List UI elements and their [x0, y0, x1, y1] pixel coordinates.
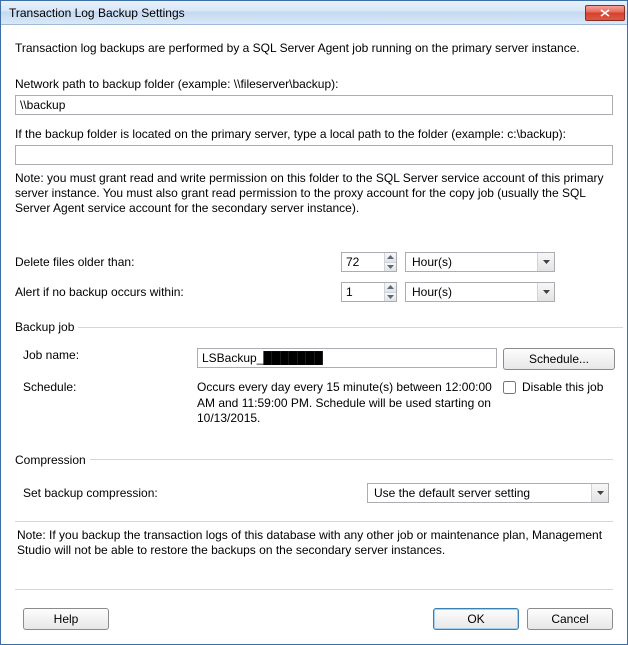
close-icon [600, 9, 610, 17]
compression-combo[interactable]: Use the default server setting [367, 483, 609, 503]
divider [15, 521, 613, 522]
chevron-down-icon[interactable] [537, 283, 554, 301]
spinner-down-icon[interactable] [385, 293, 396, 302]
backup-job-legend: Backup job [15, 320, 78, 334]
backup-job-group: Backup job Job name: Schedule... Schedul… [15, 320, 623, 435]
dialog-content: Transaction log backups are performed by… [1, 25, 627, 600]
alert-no-backup-row: Alert if no backup occurs within: Hour(s… [15, 282, 613, 302]
window-title: Transaction Log Backup Settings [9, 6, 585, 20]
alert-no-backup-unit-combo[interactable]: Hour(s) [405, 282, 555, 302]
disable-job-input[interactable] [503, 381, 516, 394]
alert-no-backup-label: Alert if no backup occurs within: [15, 285, 341, 299]
alert-no-backup-spinner[interactable] [341, 282, 397, 302]
job-name-label: Job name: [23, 348, 191, 362]
spinner-down-icon[interactable] [385, 263, 396, 272]
ok-button[interactable]: OK [433, 608, 519, 630]
disable-job-checkbox[interactable]: Disable this job [503, 380, 623, 394]
alert-no-backup-value[interactable] [342, 283, 384, 301]
cancel-button[interactable]: Cancel [527, 608, 613, 630]
intro-text: Transaction log backups are performed by… [15, 41, 613, 55]
compression-legend: Compression [15, 453, 90, 467]
alert-no-backup-unit-text: Hour(s) [406, 285, 537, 299]
delete-older-row: Delete files older than: Hour(s) [15, 252, 613, 272]
chevron-down-icon[interactable] [591, 484, 608, 502]
delete-older-spinner[interactable] [341, 252, 397, 272]
permission-note: Note: you must grant read and write perm… [15, 171, 613, 216]
compression-label: Set backup compression: [23, 486, 367, 500]
chevron-down-icon[interactable] [537, 253, 554, 271]
delete-older-unit-text: Hour(s) [406, 255, 537, 269]
delete-older-value[interactable] [342, 253, 384, 271]
dialog-window: Transaction Log Backup Settings Transact… [0, 0, 628, 645]
delete-older-unit-combo[interactable]: Hour(s) [405, 252, 555, 272]
disable-job-label: Disable this job [522, 380, 603, 394]
dialog-footer: Help OK Cancel [1, 600, 627, 644]
job-name-input[interactable] [197, 348, 497, 368]
title-bar: Transaction Log Backup Settings [1, 1, 627, 25]
network-path-input[interactable] [15, 95, 613, 115]
schedule-button[interactable]: Schedule... [503, 348, 615, 370]
delete-older-label: Delete files older than: [15, 255, 341, 269]
local-path-label: If the backup folder is located on the p… [15, 127, 613, 141]
spinner-up-icon[interactable] [385, 253, 396, 263]
schedule-text: Occurs every day every 15 minute(s) betw… [197, 380, 497, 427]
divider [15, 589, 613, 590]
close-button[interactable] [585, 5, 625, 21]
compression-group: Compression Set backup compression: Use … [15, 453, 613, 505]
spinner-up-icon[interactable] [385, 283, 396, 293]
network-path-label: Network path to backup folder (example: … [15, 77, 613, 91]
footnote-text: Note: If you backup the transaction logs… [17, 528, 611, 559]
local-path-input[interactable] [15, 145, 613, 165]
compression-value: Use the default server setting [368, 486, 591, 500]
schedule-label: Schedule: [23, 380, 191, 394]
help-button[interactable]: Help [23, 608, 109, 630]
